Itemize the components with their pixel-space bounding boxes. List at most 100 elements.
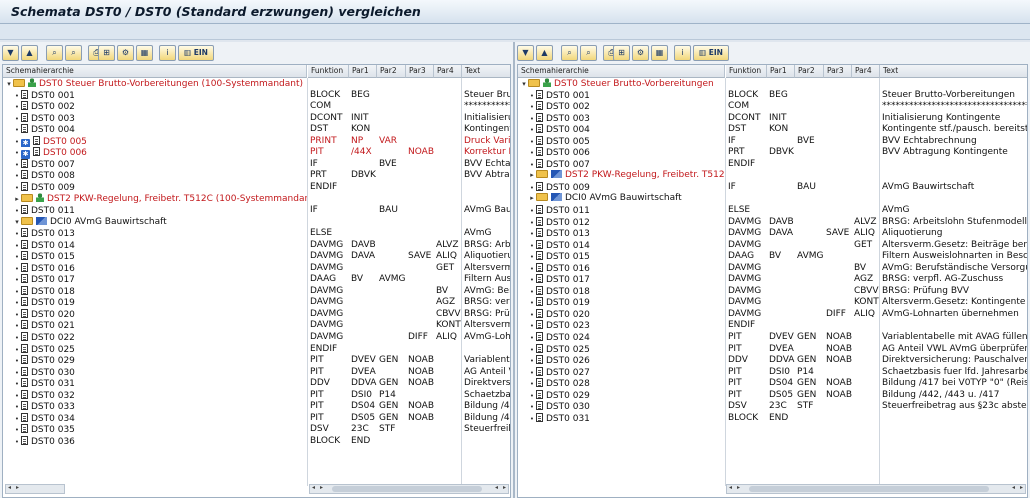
table-row[interactable]: • DST0 027 PIT DSI0 P14 Schaetzbasis fuer lfd…	[518, 366, 1027, 379]
right-col-header-par2[interactable]: Par2	[795, 65, 824, 78]
table-row[interactable]: • DST0 009 ENDIF	[3, 181, 510, 194]
table-row[interactable]: • DST0 017 DAVMG AGZ BRSG: verpfl. AG-Zuschu…	[518, 274, 1027, 286]
table-row[interactable]: • DST0 024 PIT DVEV GEN NOAB Variablentabelle …	[518, 332, 1027, 344]
left-col-header-par2[interactable]: Par2	[377, 65, 406, 78]
table-row[interactable]: • DST0 011 ELSE AVmG	[518, 205, 1027, 217]
table-row[interactable]: • DST0 020 DAVMG CBVVBRSG: Prüfu	[3, 308, 510, 321]
table-row[interactable]: • DST0 003 DCONT INIT Initialisierung	[3, 112, 510, 125]
left-col-header-hier[interactable]: Schemahierarchie	[3, 65, 307, 78]
collapsed-arrow-icon[interactable]: ▸	[528, 170, 536, 182]
table-row[interactable]: • DST0 001 BLOCK BEG Steuer Brutt	[3, 89, 510, 102]
table-row[interactable]: • DST0 004 DST KON Kontingente	[3, 124, 510, 136]
table-row[interactable]: • DST0 034 PIT DS05GEN NOAB Bildung /442	[3, 412, 510, 425]
left-find-next-button[interactable]: ⌕	[65, 45, 82, 61]
table-row[interactable]: • DST0 025 PIT DVEA NOAB AG Anteil VWL AVmG ü…	[518, 343, 1027, 356]
table-row[interactable]: ▸ DST2 PKW-Regelung, Freibetr. T512C (100…	[3, 193, 510, 205]
table-row[interactable]: • DST0 021 DAVMG KONTAltersverm.C	[3, 320, 510, 332]
left-expand-all-button[interactable]: ▼	[2, 45, 19, 61]
right-hscroll-cols[interactable]: ◂ ▸ ◂ ▸	[726, 484, 1026, 494]
table-row[interactable]: ▸ DCI0 AVmG Bauwirtschaft	[518, 193, 1027, 205]
right-layout-button[interactable]: ⊞	[613, 45, 630, 61]
table-row[interactable]: • DST0 001 BLOCK BEG Steuer Brutto-Vorbereit…	[518, 89, 1027, 102]
table-row[interactable]: • DST0 015 DAAG BV AVMG Filtern Ausweislohnar…	[518, 251, 1027, 263]
table-row[interactable]: • DST0 030 PIT DVEA NOAB AG Anteil VV	[3, 366, 510, 379]
left-col-header-par3[interactable]: Par3	[406, 65, 434, 78]
expanded-arrow-icon[interactable]: ▾	[13, 217, 21, 229]
table-row[interactable]: • DST0 002 COM ***********	[3, 101, 510, 113]
table-row[interactable]: • DST0 018 DAVMG CBVV BRSG: Prüfung BVV	[518, 285, 1027, 298]
table-row[interactable]: • DST0 026 DDV DDVA GEN NOAB Direktversicherun…	[518, 355, 1027, 367]
right-legend-button[interactable]: ▦	[651, 45, 668, 61]
table-row[interactable]: • DST0 032 PIT DSI0 P14 Schaetzbasis	[3, 389, 510, 402]
table-row[interactable]: • DST0 029 PIT DVEVGEN NOAB Variablentab	[3, 355, 510, 367]
table-row[interactable]: • DST0 005 IF BVE BVV Echtabrechnung	[518, 135, 1027, 148]
table-row[interactable]: • DST0 011 IF BAU AVmG Bauw	[3, 205, 510, 217]
expanded-arrow-icon[interactable]: ▾	[5, 79, 13, 90]
table-row[interactable]: • DST0 003 DCONT INIT Initialisierung Kontin…	[518, 112, 1027, 125]
left-info-button[interactable]: i	[159, 45, 176, 61]
table-row[interactable]: • DST0 019 DAVMG AGZ BRSG: verpf	[3, 297, 510, 309]
left-col-header-par4[interactable]: Par4	[434, 65, 462, 78]
table-row[interactable]: •✱ DST0 006 PIT/44X NOAB Korrektur Kc	[3, 147, 510, 159]
left-settings-button[interactable]: ⚙	[117, 45, 134, 61]
left-find-button[interactable]: ⌕	[46, 45, 63, 61]
table-row[interactable]: • DST0 020 DAVMG DIFF ALIQ AVmG-Lohnarten übe…	[518, 308, 1027, 321]
table-row[interactable]: • DST0 031 BLOCK END	[518, 412, 1027, 425]
left-ein-button[interactable]: ▥ EIN	[178, 45, 214, 61]
table-row[interactable]: • DST0 009 IF BAU AVmG Bauwirtschaft	[518, 181, 1027, 194]
table-row[interactable]: • DST0 035 DSV 23C STF Steuerfreibet	[3, 424, 510, 436]
table-row[interactable]: • DST0 007 IF BVE BVV Echtabr	[3, 158, 510, 171]
table-row[interactable]: • DST0 028 PIT DS04 GEN NOAB Bildung /417 bei …	[518, 378, 1027, 390]
right-info-button[interactable]: i	[674, 45, 691, 61]
table-row[interactable]: • DST0 033 PIT DS04GEN NOAB Bildung /417	[3, 401, 510, 413]
table-row[interactable]: ▸ DST2 PKW-Regelung, Freibetr. T512C	[518, 170, 1027, 182]
table-row[interactable]: • DST0 017 DAAG BV AVMG Filtern Auswe	[3, 274, 510, 286]
right-col-header-par4[interactable]: Par4	[852, 65, 880, 78]
table-row[interactable]: ▾ DST0 Steuer Brutto-Vorbereitungen	[518, 78, 1027, 90]
table-row[interactable]: • DST0 016 DAVMG BV AVmG: Berufständische Ve…	[518, 262, 1027, 275]
left-legend-button[interactable]: ▦	[136, 45, 153, 61]
table-row[interactable]: • DST0 016 DAVMG GET Altersverm.C	[3, 262, 510, 275]
left-hscroll-hier[interactable]: ◂ ▸	[5, 484, 65, 494]
table-row[interactable]: • DST0 013 ELSE AVmG	[3, 228, 510, 240]
table-row[interactable]: • DST0 007 ENDIF	[518, 158, 1027, 171]
table-row[interactable]: • DST0 002 COM ****************************…	[518, 101, 1027, 113]
expanded-arrow-icon[interactable]: ▾	[520, 79, 528, 90]
right-col-header-funktion[interactable]: Funktion	[726, 65, 767, 78]
table-row[interactable]: • DST0 004 DST KON Kontingente stf./pausch. …	[518, 124, 1027, 136]
table-row[interactable]: • DST0 006 PRT DBVK BVV Abtragung Kontingent…	[518, 147, 1027, 159]
left-collapse-all-button[interactable]: ▲	[21, 45, 38, 61]
left-col-header-funktion[interactable]: Funktion	[308, 65, 349, 78]
right-expand-all-button[interactable]: ▼	[517, 45, 534, 61]
collapsed-arrow-icon[interactable]: ▸	[13, 194, 21, 205]
table-row[interactable]: • DST0 012 DAVMG DAVB ALVZ BRSG: Arbeitslohn …	[518, 216, 1027, 229]
table-row[interactable]: • DST0 030 DSV 23C STF Steuerfreibetrag aus §…	[518, 401, 1027, 413]
table-row[interactable]: • DST0 019 DAVMG KONT Altersverm.Gesetz: Kon…	[518, 297, 1027, 309]
right-collapse-all-button[interactable]: ▲	[536, 45, 553, 61]
table-row[interactable]: • DST0 031 DDV DDVAGEN NOAB Direktversich	[3, 378, 510, 390]
collapsed-arrow-icon[interactable]: ▸	[528, 193, 536, 205]
left-hscroll-cols[interactable]: ◂ ▸ ◂ ▸	[309, 484, 509, 494]
right-ein-button[interactable]: ▥ EIN	[693, 45, 729, 61]
left-col-header-par1[interactable]: Par1	[349, 65, 377, 78]
table-row[interactable]: ▾ DST0 Steuer Brutto-Vorbereitungen (100-…	[3, 78, 510, 90]
table-row[interactable]: • DST0 013 DAVMG DAVA SAVE ALIQ Aliquotierung	[518, 228, 1027, 240]
table-row[interactable]: • DST0 018 DAVMG BV AVmG: Beru	[3, 285, 510, 298]
right-col-header-par1[interactable]: Par1	[767, 65, 795, 78]
table-row[interactable]: • DST0 025 ENDIF	[3, 343, 510, 356]
table-row[interactable]: • DST0 008 PRT DBVK BVV Abtragu	[3, 170, 510, 182]
table-row[interactable]: • DST0 029 PIT DS05 GEN NOAB Bildung /442, /44…	[518, 389, 1027, 402]
table-row[interactable]: • DST0 022 DAVMG DIFF ALIQ AVmG-Lohna	[3, 332, 510, 344]
right-col-header-par3[interactable]: Par3	[824, 65, 852, 78]
table-row[interactable]: • DST0 015 DAVMG DAVA SAVE ALIQ Aliquotierung	[3, 251, 510, 263]
table-row[interactable]: ▾ DCI0 AVmG Bauwirtschaft	[3, 216, 510, 229]
right-col-header-hier[interactable]: Schemahierarchie	[518, 65, 725, 78]
table-row[interactable]: •✱ DST0 005 PRINT NP VAR Druck Variab	[3, 135, 510, 148]
right-col-header-text[interactable]: Text	[880, 65, 1027, 78]
right-find-button[interactable]: ⌕	[561, 45, 578, 61]
right-settings-button[interactable]: ⚙	[632, 45, 649, 61]
table-row[interactable]: • DST0 014 DAVMG DAVB ALVZ BRSG: Arbei	[3, 239, 510, 252]
table-row[interactable]: • DST0 023 ENDIF	[518, 320, 1027, 332]
table-row[interactable]: • DST0 036 BLOCK END	[3, 435, 510, 448]
right-find-next-button[interactable]: ⌕	[580, 45, 597, 61]
